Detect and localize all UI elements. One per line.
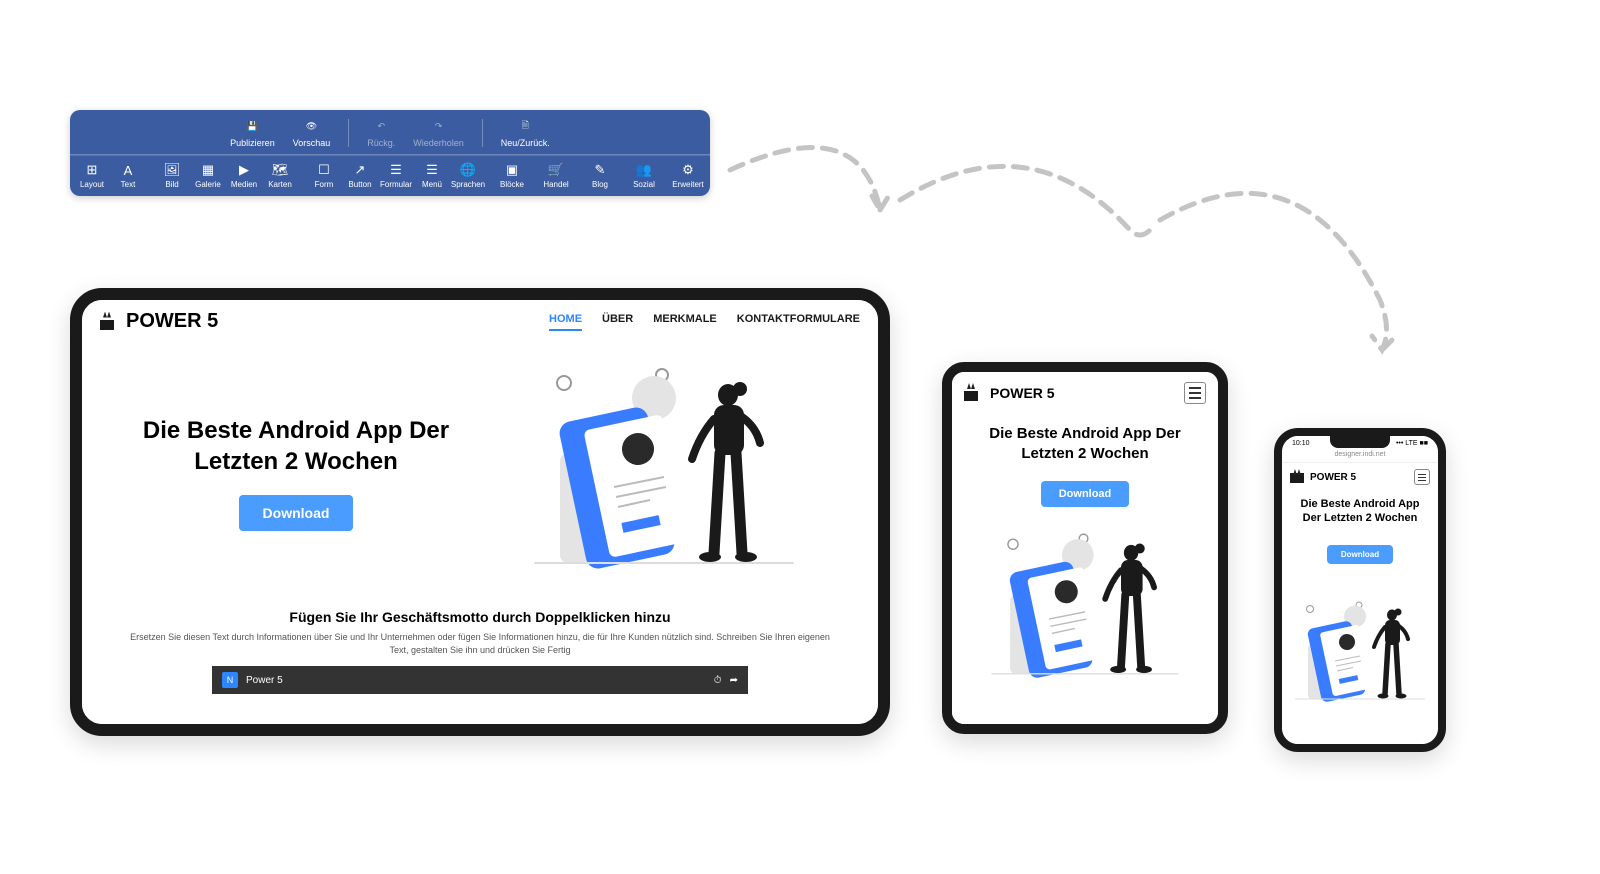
menu-tool[interactable]: ☰Menü xyxy=(418,163,446,189)
hero-illustration xyxy=(991,530,1178,688)
separator xyxy=(348,119,349,147)
motto-body: Ersetzen Sie diesen Text durch Informati… xyxy=(122,631,838,656)
layout-icon: ⊞ xyxy=(84,163,100,177)
document-icon: 🗎 xyxy=(517,118,533,134)
gear-icon: ⚙ xyxy=(680,163,696,177)
hero-section: Die Beste Android App Der Letzten 2 Woch… xyxy=(1282,491,1438,744)
globe-icon: 🌐 xyxy=(460,163,476,177)
phone-preview: 10:10 ••• LTE ■■ designer.indi.net POWER… xyxy=(1274,428,1446,752)
list-icon: ☰ xyxy=(388,163,404,177)
hero-section: Die Beste Android App Der Letzten 2 Woch… xyxy=(952,414,1218,724)
grid-icon: ▦ xyxy=(200,163,216,177)
hero-title: Die Beste Android App Der Letzten 2 Woch… xyxy=(112,415,480,477)
formular-tool[interactable]: ☰Formular xyxy=(382,163,410,189)
hero-text: Die Beste Android App Der Letzten 2 Woch… xyxy=(970,424,1200,507)
logo-icon xyxy=(1290,471,1304,483)
media-tool[interactable]: ▶Medien xyxy=(230,163,258,189)
new-reset-button[interactable]: 🗎Neu/Zurück. xyxy=(501,118,550,148)
maps-tool[interactable]: 🗺Karten xyxy=(266,163,294,189)
redo-icon: ↷ xyxy=(431,118,447,134)
hero-text: Die Beste Android App Der Letzten 2 Woch… xyxy=(112,415,480,531)
pencil-icon: ✎ xyxy=(592,163,608,177)
hero-illustration xyxy=(1295,599,1425,709)
social-tool[interactable]: 👥Sozial xyxy=(630,163,658,189)
video-title: Power 5 xyxy=(246,675,283,686)
separator xyxy=(482,119,483,147)
save-icon: 💾 xyxy=(244,118,260,134)
share-icon[interactable]: ➦ xyxy=(730,675,738,686)
redo-button[interactable]: ↷Wiederholen xyxy=(413,118,464,148)
blocks-tool[interactable]: ▣Blöcke xyxy=(498,163,526,189)
nav-contact[interactable]: KONTAKTFORMULARE xyxy=(737,313,860,331)
tablet-preview: POWER 5 Die Beste Android App Der Letzte… xyxy=(942,362,1228,734)
site-logo[interactable]: POWER 5 xyxy=(964,385,1055,401)
brand-name: POWER 5 xyxy=(990,385,1055,401)
download-button[interactable]: Download xyxy=(1327,545,1393,564)
form-tool[interactable]: ☐Form xyxy=(310,163,338,189)
hero-title: Die Beste Android App Der Letzten 2 Woch… xyxy=(970,424,1200,463)
hamburger-menu[interactable] xyxy=(1184,382,1206,404)
commerce-tool[interactable]: 🛒Handel xyxy=(542,163,570,189)
download-button[interactable]: Download xyxy=(239,495,354,531)
watch-later-icon[interactable]: ⏱ xyxy=(714,675,722,686)
status-time: 10:10 xyxy=(1292,440,1310,447)
blocks-icon: ▣ xyxy=(504,163,520,177)
hero-illustration xyxy=(480,363,848,583)
toolbar-bottom-row: ⊞Layout AText 🖼Bild ▦Galerie ▶Medien 🗺Ka… xyxy=(70,155,710,196)
nav-about[interactable]: ÜBER xyxy=(602,313,633,331)
image-icon: 🖼 xyxy=(164,163,180,177)
site-logo[interactable]: POWER 5 xyxy=(1290,471,1356,483)
blog-tool[interactable]: ✎Blog xyxy=(586,163,614,189)
layout-tool[interactable]: ⊞Layout xyxy=(78,163,106,189)
text-icon: A xyxy=(120,163,136,177)
laptop-preview: POWER 5 HOME ÜBER MERKMALE KONTAKTFORMUL… xyxy=(70,288,890,736)
languages-tool[interactable]: 🌐Sprachen xyxy=(454,163,482,189)
button-tool[interactable]: ↗Button xyxy=(346,163,374,189)
main-nav: HOME ÜBER MERKMALE KONTAKTFORMULARE xyxy=(549,313,860,331)
logo-icon xyxy=(964,385,984,401)
motto-heading: Fügen Sie Ihr Geschäftsmotto durch Doppe… xyxy=(122,609,838,625)
eye-icon: 👁 xyxy=(303,118,319,134)
logo-icon xyxy=(100,314,120,330)
play-icon: ▶ xyxy=(236,163,252,177)
site-logo[interactable]: POWER 5 xyxy=(100,310,218,333)
people-icon: 👥 xyxy=(636,163,652,177)
cart-icon: 🛒 xyxy=(548,163,564,177)
editor-toolbar: 💾Publizieren 👁Vorschau ↶Rückg. ↷Wiederho… xyxy=(70,110,710,196)
status-signal: ••• LTE ■■ xyxy=(1396,440,1428,447)
undo-icon: ↶ xyxy=(373,118,389,134)
site-mobile: 10:10 ••• LTE ■■ designer.indi.net POWER… xyxy=(1282,436,1438,744)
download-button[interactable]: Download xyxy=(1041,481,1130,507)
address-bar[interactable]: designer.indi.net xyxy=(1282,449,1438,463)
video-badge: N xyxy=(222,672,238,688)
site-desktop: POWER 5 HOME ÜBER MERKMALE KONTAKTFORMUL… xyxy=(82,300,878,724)
advanced-tool[interactable]: ⚙Erweitert xyxy=(674,163,702,189)
site-header: POWER 5 HOME ÜBER MERKMALE KONTAKTFORMUL… xyxy=(82,300,878,343)
form-icon: ☐ xyxy=(316,163,332,177)
publish-button[interactable]: 💾Publizieren xyxy=(230,118,275,148)
site-header: POWER 5 xyxy=(1282,463,1438,491)
menu-icon: ☰ xyxy=(424,163,440,177)
nav-features[interactable]: MERKMALE xyxy=(653,313,717,331)
brand-name: POWER 5 xyxy=(126,310,218,333)
button-icon: ↗ xyxy=(352,163,368,177)
undo-button[interactable]: ↶Rückg. xyxy=(367,118,395,148)
preview-button[interactable]: 👁Vorschau xyxy=(293,118,331,148)
nav-home[interactable]: HOME xyxy=(549,313,582,331)
site-tablet: POWER 5 Die Beste Android App Der Letzte… xyxy=(952,372,1218,724)
site-header: POWER 5 xyxy=(952,372,1218,414)
brand-name: POWER 5 xyxy=(1310,472,1356,483)
image-tool[interactable]: 🖼Bild xyxy=(158,163,186,189)
toolbar-top-row: 💾Publizieren 👁Vorschau ↶Rückg. ↷Wiederho… xyxy=(70,110,710,155)
phone-notch xyxy=(1330,436,1390,448)
hero-section: Die Beste Android App Der Letzten 2 Woch… xyxy=(82,343,878,603)
gallery-tool[interactable]: ▦Galerie xyxy=(194,163,222,189)
map-icon: 🗺 xyxy=(272,163,288,177)
text-tool[interactable]: AText xyxy=(114,163,142,189)
hero-text: Die Beste Android App Der Letzten 2 Woch… xyxy=(1292,497,1428,564)
hero-title: Die Beste Android App Der Letzten 2 Woch… xyxy=(1292,497,1428,526)
motto-section: Fügen Sie Ihr Geschäftsmotto durch Doppe… xyxy=(82,603,878,662)
hamburger-menu[interactable] xyxy=(1414,469,1430,485)
video-embed[interactable]: N Power 5 ⏱ ➦ xyxy=(212,666,748,694)
